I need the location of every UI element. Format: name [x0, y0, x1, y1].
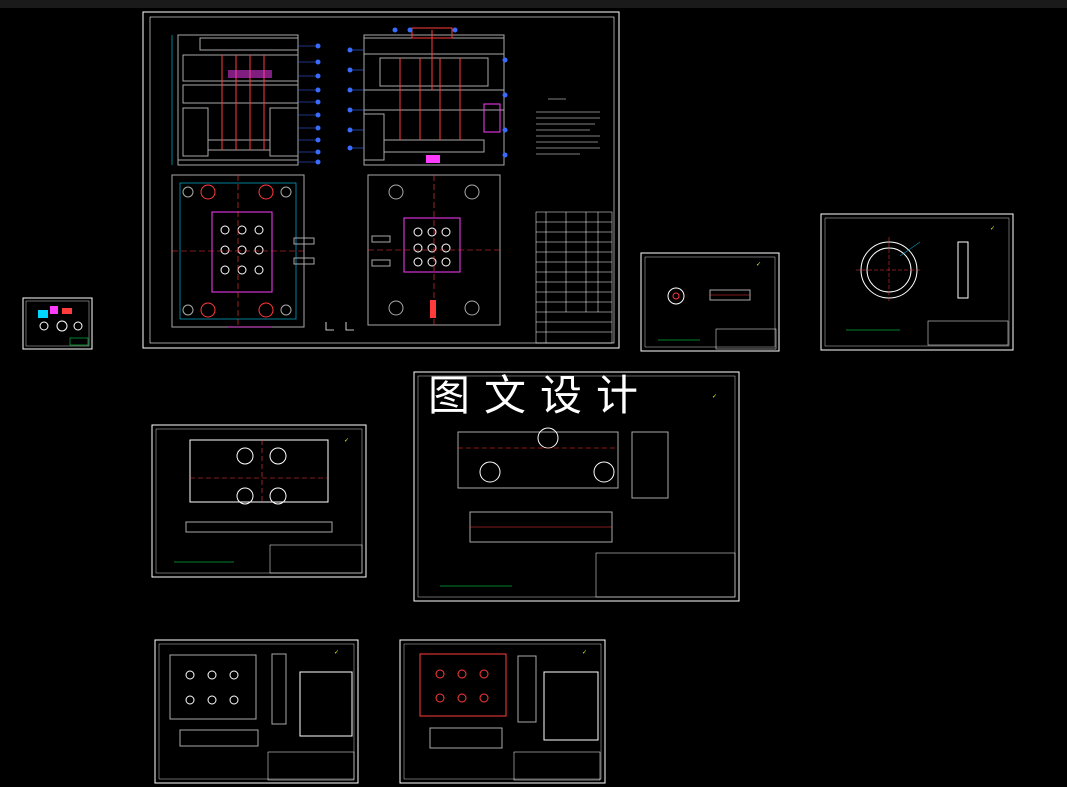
svg-text:✓: ✓	[756, 261, 761, 268]
watermark-text: 图文设计	[428, 371, 653, 420]
svg-text:✓: ✓	[712, 393, 717, 400]
svg-text:✓: ✓	[334, 649, 339, 656]
svg-text:✓: ✓	[990, 225, 995, 232]
svg-text:✓: ✓	[582, 649, 587, 656]
svg-text:✓: ✓	[344, 437, 349, 444]
